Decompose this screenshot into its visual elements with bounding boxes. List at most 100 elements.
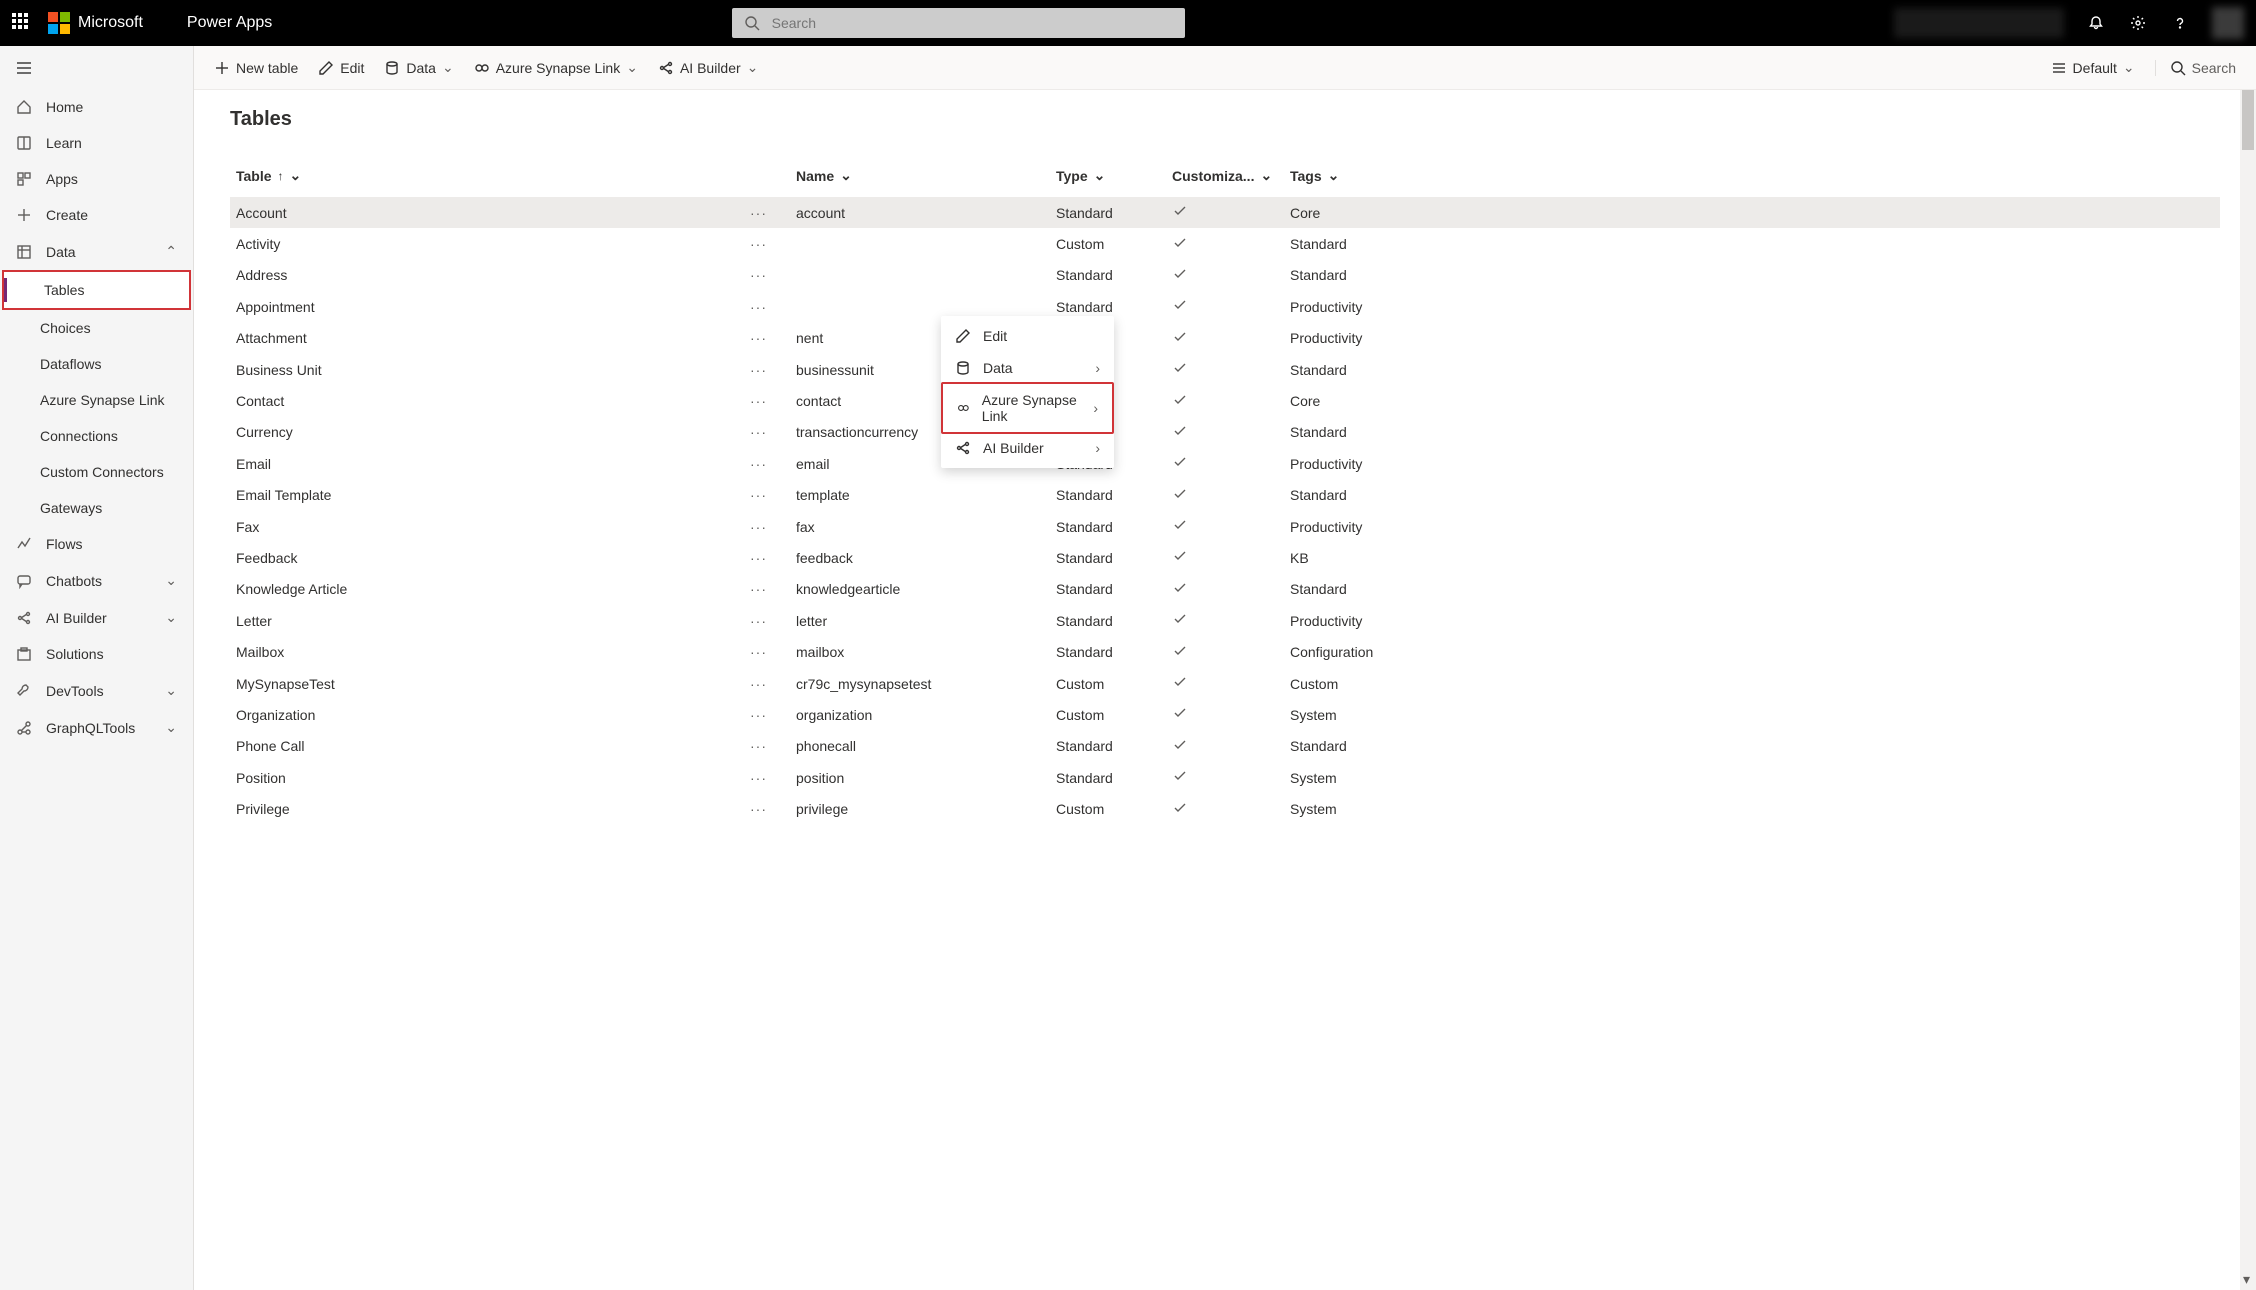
settings-icon[interactable] [2128,13,2148,33]
row-more-button[interactable]: ··· [750,299,767,315]
nav-chatbots[interactable]: Chatbots⌄ [0,562,193,599]
row-name: knowledgearticle [796,581,1056,597]
row-more-button[interactable]: ··· [750,267,767,283]
azure-synapse-link-button[interactable]: Azure Synapse Link ⌄ [474,59,638,76]
table-row[interactable]: Business UnitbusinessunitStandardStandar… [230,354,2220,385]
column-table[interactable]: Table↑⌄ [236,167,796,184]
row-table-name: Position [236,770,286,786]
new-table-button[interactable]: New table [214,60,298,76]
table-row[interactable]: PrivilegeprivilegeCustomSystem··· [230,793,2220,824]
row-more-button[interactable]: ··· [750,801,767,817]
global-search[interactable] [732,8,1185,38]
row-more-button[interactable]: ··· [750,424,767,440]
column-type[interactable]: Type⌄ [1056,167,1172,184]
chevron-down-icon: ⌄ [165,719,177,736]
table-row[interactable]: AttachmentnentStandardProductivity··· [230,323,2220,354]
context-azure-synapse-link[interactable]: Azure Synapse Link › [941,382,1114,434]
view-selector[interactable]: Default ⌄ [2051,59,2135,76]
brand-text: Microsoft [78,14,143,32]
table-row[interactable]: Phone CallphonecallStandardStandard··· [230,731,2220,762]
table-row[interactable]: ContactcontactStandardCore··· [230,385,2220,416]
edit-button[interactable]: Edit [318,60,364,76]
nav-label: Connections [40,428,118,444]
row-more-button[interactable]: ··· [750,519,767,535]
nav-apps[interactable]: Apps [0,161,193,197]
nav-custom-connectors[interactable]: Custom Connectors [0,454,193,490]
nav-choices[interactable]: Choices [0,310,193,346]
table-row[interactable]: EmailemailStandardProductivity··· [230,448,2220,479]
row-more-button[interactable]: ··· [750,205,767,221]
row-more-button[interactable]: ··· [750,738,767,754]
context-ai-builder[interactable]: AI Builder › [941,432,1114,464]
table-row[interactable]: FeedbackfeedbackStandardKB··· [230,542,2220,573]
shell: HomeLearnAppsCreateData⌃TablesChoicesDat… [0,46,2256,1290]
nav-dataflows[interactable]: Dataflows [0,346,193,382]
row-more-button[interactable]: ··· [750,456,767,472]
nav-devtools[interactable]: DevTools⌄ [0,672,193,709]
notifications-icon[interactable] [2086,13,2106,33]
nav-data[interactable]: Data⌃ [0,233,193,270]
chevron-right-icon: › [1095,440,1100,456]
nav-ai-builder[interactable]: AI Builder⌄ [0,599,193,636]
nav-graphqltools[interactable]: GraphQLTools⌄ [0,709,193,746]
row-customizable [1172,643,1290,662]
table-row[interactable]: LetterletterStandardProductivity··· [230,605,2220,636]
row-name: phonecall [796,738,1056,754]
ai-builder-button[interactable]: AI Builder ⌄ [658,59,758,76]
nav-flows[interactable]: Flows [0,526,193,562]
nav-solutions[interactable]: Solutions [0,636,193,672]
table-row[interactable]: OrganizationorganizationCustomSystem··· [230,699,2220,730]
table-row[interactable]: AppointmentStandardProductivity··· [230,291,2220,322]
row-more-button[interactable]: ··· [750,362,767,378]
nav-home[interactable]: Home [0,89,193,125]
row-more-button[interactable]: ··· [750,644,767,660]
nav-gateways[interactable]: Gateways [0,490,193,526]
row-more-button[interactable]: ··· [750,487,767,503]
row-more-button[interactable]: ··· [750,676,767,692]
table-row[interactable]: AccountaccountStandardCore··· [230,197,2220,228]
nav-create[interactable]: Create [0,197,193,233]
table-row[interactable]: Email TemplatetemplateStandardStandard··… [230,480,2220,511]
row-more-button[interactable]: ··· [750,581,767,597]
table-row[interactable]: FaxfaxStandardProductivity··· [230,511,2220,542]
nav-connections[interactable]: Connections [0,418,193,454]
table-row[interactable]: AddressStandardStandard··· [230,260,2220,291]
column-name[interactable]: Name⌄ [796,167,1056,184]
table-row[interactable]: Knowledge ArticleknowledgearticleStandar… [230,574,2220,605]
table-row[interactable]: MailboxmailboxStandardConfiguration··· [230,636,2220,667]
column-tags[interactable]: Tags⌄ [1290,167,1410,184]
row-more-button[interactable]: ··· [750,770,767,786]
nav-learn[interactable]: Learn [0,125,193,161]
row-more-button[interactable]: ··· [750,236,767,252]
table-row[interactable]: ActivityCustomStandard··· [230,228,2220,259]
row-more-button[interactable]: ··· [750,330,767,346]
table-row[interactable]: MySynapseTestcr79c_mysynapsetestCustomCu… [230,668,2220,699]
environment-picker[interactable] [1894,8,2064,38]
row-more-button[interactable]: ··· [750,393,767,409]
help-icon[interactable] [2170,13,2190,33]
context-edit[interactable]: Edit [941,320,1114,352]
column-customizable[interactable]: Customiza...⌄ [1172,167,1290,184]
scrollbar[interactable]: ▾ [2240,90,2256,1290]
row-more-button[interactable]: ··· [750,550,767,566]
context-data[interactable]: Data › [941,352,1114,384]
global-search-input[interactable] [772,15,1175,31]
user-avatar[interactable] [2212,7,2244,39]
data-button[interactable]: Data ⌄ [384,59,453,76]
row-type: Custom [1056,236,1172,252]
collapse-nav-button[interactable] [0,50,193,89]
waffle-icon[interactable] [12,13,32,33]
scrollbar-thumb[interactable] [2242,90,2254,150]
table-search[interactable]: Search [2155,60,2236,76]
row-name: letter [796,613,1056,629]
scroll-down-icon[interactable]: ▾ [2243,1271,2250,1288]
row-customizable [1172,486,1290,505]
table-row[interactable]: PositionpositionStandardSystem··· [230,762,2220,793]
row-more-button[interactable]: ··· [750,613,767,629]
row-more-button[interactable]: ··· [750,707,767,723]
row-tags: Productivity [1290,456,1410,472]
nav-tables[interactable]: Tables [2,270,191,310]
table-row[interactable]: CurrencytransactioncurrencyStandardStand… [230,417,2220,448]
nav-label: Solutions [46,646,104,662]
nav-azure-synapse-link[interactable]: Azure Synapse Link [0,382,193,418]
